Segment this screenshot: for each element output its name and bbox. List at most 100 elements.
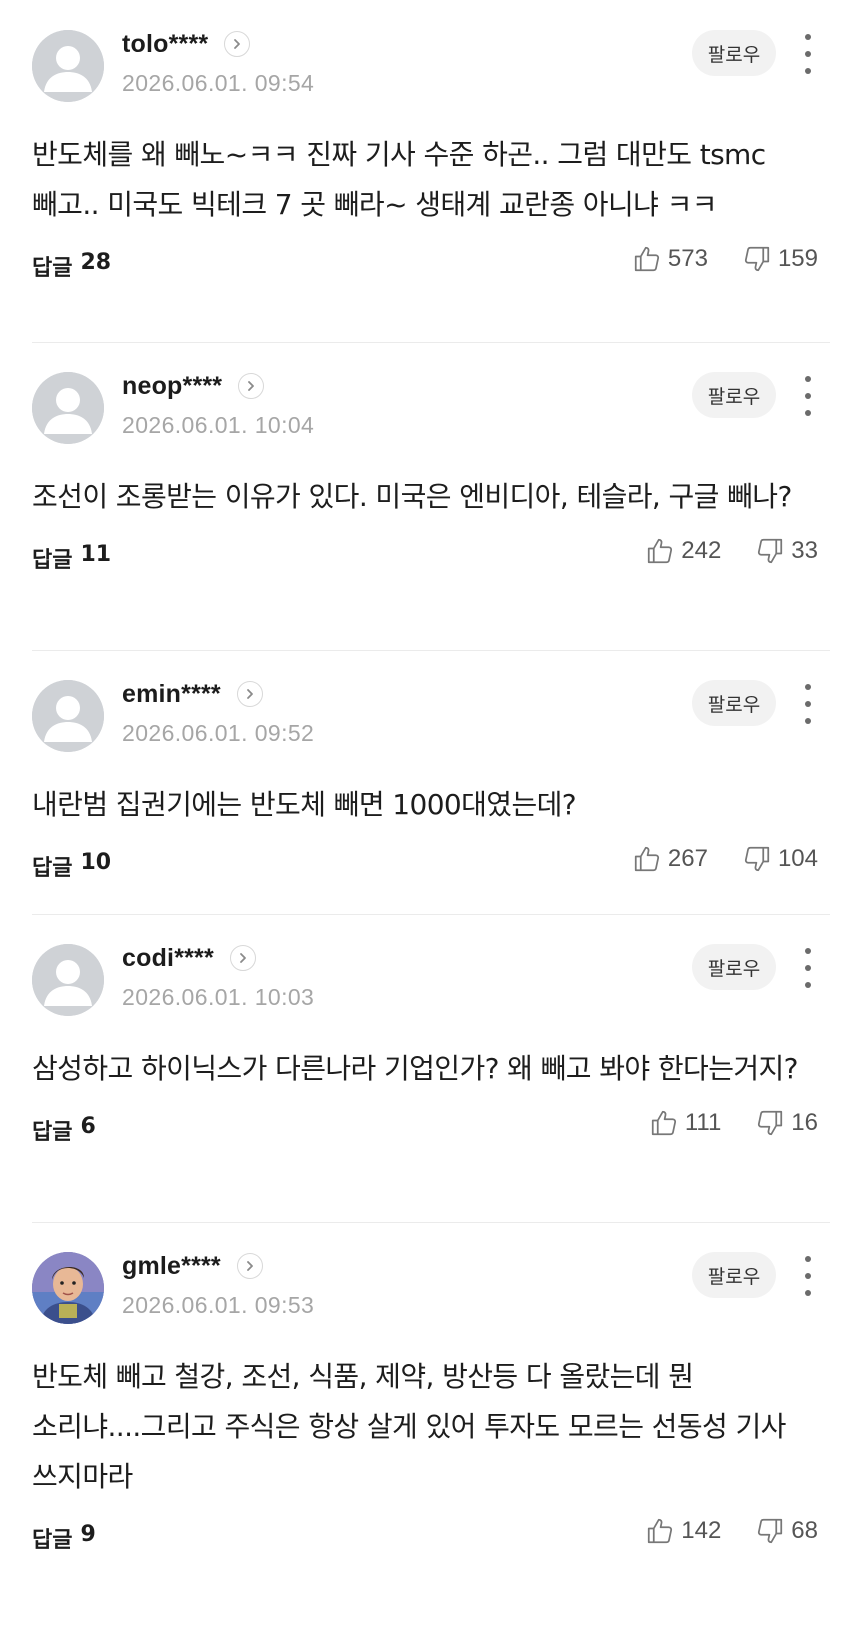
dislike-button[interactable]: 16 [755, 1108, 818, 1138]
nickname[interactable]: gmle**** [122, 1252, 221, 1281]
dislike-count: 33 [791, 537, 818, 564]
dislike-count: 159 [777, 245, 818, 272]
comment-header: neop**** 2026.06.01. 10:04 팔로우 [32, 342, 818, 472]
vote-group: 111 16 [649, 1108, 818, 1138]
more-options-button[interactable] [798, 376, 818, 416]
reply-button[interactable]: 답글 10 [32, 850, 111, 882]
comment-date: 2026.06.01. 09:53 [122, 1292, 315, 1318]
comment-footer: 답글 10 267 104 [32, 830, 818, 904]
reply-button[interactable]: 답글 6 [32, 1114, 96, 1146]
thumbs-down-icon [758, 1518, 783, 1544]
more-options-button[interactable] [798, 684, 818, 724]
avatar[interactable] [32, 1252, 104, 1324]
comment-header: gmle**** 2026.06.01. 09:53 팔로우 [32, 1222, 818, 1352]
reply-count: 11 [80, 542, 112, 567]
reply-label: 답글 [32, 548, 73, 573]
comment-item: codi**** 2026.06.01. 10:03 팔로우 삼성하고 하이닉스… [0, 914, 850, 1222]
avatar[interactable] [32, 30, 104, 102]
more-vertical-icon [805, 948, 811, 954]
avatar[interactable] [32, 944, 104, 1016]
profile-chevron-button[interactable] [238, 373, 265, 399]
reply-label: 답글 [32, 856, 73, 881]
reply-label: 답글 [32, 1528, 73, 1553]
thumbs-up-icon [648, 538, 673, 564]
comment-header: codi**** 2026.06.01. 10:03 팔로우 [32, 914, 818, 1044]
profile-chevron-button[interactable] [236, 1253, 263, 1279]
avatar[interactable] [32, 680, 104, 752]
follow-button[interactable]: 팔로우 [692, 1252, 776, 1298]
like-count: 142 [681, 1517, 722, 1544]
comment-date: 2026.06.01. 09:54 [122, 70, 315, 96]
comment-text: 삼성하고 하이닉스가 다른나라 기업인가? 왜 빼고 봐야 한다는거지? [32, 1052, 799, 1085]
thumbs-up-icon [648, 1518, 673, 1544]
dislike-button[interactable]: 104 [742, 844, 818, 874]
dislike-button[interactable]: 33 [755, 536, 818, 566]
chevron-right-icon [234, 39, 241, 49]
profile-chevron-button[interactable] [236, 681, 263, 707]
like-button[interactable]: 111 [649, 1108, 721, 1138]
like-count: 267 [667, 845, 708, 872]
chevron-right-icon [240, 953, 246, 963]
more-vertical-icon [805, 34, 811, 40]
default-avatar-icon [32, 680, 104, 752]
reply-label: 답글 [32, 1120, 73, 1145]
follow-button[interactable]: 팔로우 [692, 944, 776, 990]
comment-text: 반도체 빼고 철강, 조선, 식품, 제약, 방산등 다 올랐는데 뭔 소리냐.… [32, 1360, 786, 1493]
chevron-right-icon [246, 1261, 253, 1271]
chevron-right-icon [246, 689, 253, 699]
thumbs-up-icon [634, 846, 659, 872]
dislike-count: 68 [791, 1517, 818, 1544]
reply-button[interactable]: 답글 9 [32, 1522, 96, 1554]
follow-button[interactable]: 팔로우 [692, 680, 776, 726]
profile-chevron-button[interactable] [229, 945, 256, 971]
more-options-button[interactable] [798, 34, 818, 74]
comment-item: neop**** 2026.06.01. 10:04 팔로우 조선이 조롱받는 … [0, 342, 850, 650]
thumbs-down-icon [744, 246, 770, 272]
comment-date: 2026.06.01. 09:52 [122, 720, 315, 746]
more-vertical-icon [805, 1256, 811, 1262]
dislike-count: 16 [791, 1109, 818, 1136]
comment-text: 반도체를 왜 빼노~ㅋㅋ 진짜 기사 수준 하곤.. 그럼 대만도 tsmc 빼… [32, 138, 766, 221]
avatar[interactable] [32, 372, 104, 444]
comment-item: gmle**** 2026.06.01. 09:53 팔로우 반도체 빼고 철강… [0, 1222, 850, 1612]
nickname-row: gmle**** [122, 1250, 263, 1282]
nickname[interactable]: neop**** [122, 372, 222, 401]
dislike-button[interactable]: 68 [755, 1516, 818, 1546]
follow-button[interactable]: 팔로우 [692, 372, 776, 418]
like-count: 111 [684, 1109, 722, 1136]
comment-item: tolo**** 2026.06.01. 09:54 팔로우 반도체를 왜 빼노… [0, 0, 850, 342]
more-vertical-icon [805, 684, 811, 690]
reply-label: 답글 [32, 256, 73, 281]
profile-chevron-button[interactable] [224, 31, 251, 57]
comment-list: tolo**** 2026.06.01. 09:54 팔로우 반도체를 왜 빼노… [0, 0, 850, 1612]
default-avatar-icon [32, 372, 104, 444]
default-avatar-icon [32, 30, 104, 102]
vote-group: 573 159 [632, 244, 818, 274]
chevron-right-icon [248, 381, 255, 391]
dislike-count: 104 [777, 845, 818, 872]
vote-group: 142 68 [645, 1516, 818, 1546]
thumbs-down-icon [758, 1110, 783, 1136]
nickname[interactable]: codi**** [122, 944, 214, 973]
more-options-button[interactable] [798, 948, 818, 988]
comment-footer: 답글 11 242 33 [32, 522, 818, 596]
more-vertical-icon [805, 376, 811, 382]
nickname[interactable]: emin**** [122, 680, 221, 709]
default-avatar-icon [32, 944, 104, 1016]
nickname-row: tolo**** [122, 28, 251, 60]
reply-count: 9 [80, 1522, 96, 1547]
like-button[interactable]: 242 [645, 536, 721, 566]
vote-group: 242 33 [645, 536, 818, 566]
reply-button[interactable]: 답글 11 [32, 542, 111, 574]
reply-count: 6 [80, 1114, 96, 1139]
more-options-button[interactable] [798, 1256, 818, 1296]
nickname[interactable]: tolo**** [122, 30, 208, 59]
like-button[interactable]: 267 [632, 844, 708, 874]
follow-button[interactable]: 팔로우 [692, 30, 776, 76]
vote-group: 267 104 [632, 844, 818, 874]
like-button[interactable]: 142 [645, 1516, 721, 1546]
like-button[interactable]: 573 [632, 244, 708, 274]
reply-button[interactable]: 답글 28 [32, 250, 111, 282]
dislike-button[interactable]: 159 [742, 244, 818, 274]
thumbs-down-icon [744, 846, 770, 872]
